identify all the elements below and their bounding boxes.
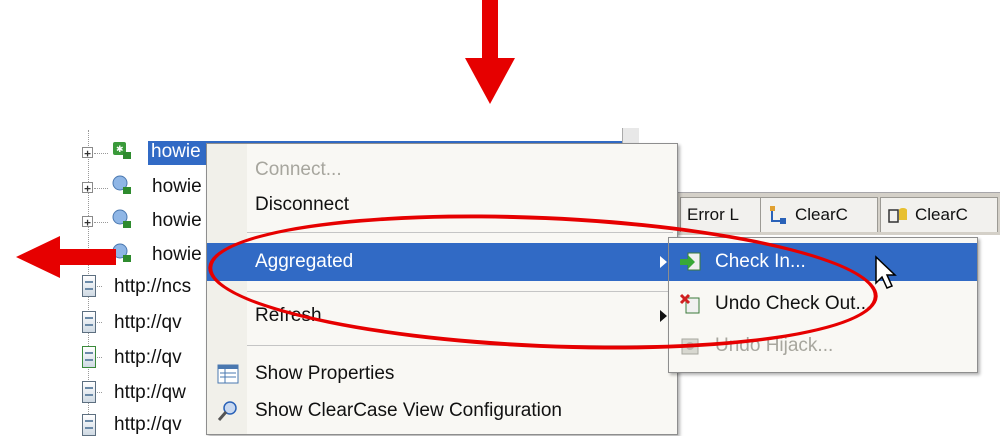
tree-node-label[interactable]: howie [152, 210, 202, 232]
clearcase-db-icon [888, 208, 907, 223]
document-icon [82, 414, 96, 436]
server-online-icon: ✱ [113, 142, 131, 159]
red-left-arrow [16, 236, 116, 278]
svg-text:✱: ✱ [116, 145, 124, 155]
tree-url-label[interactable]: http://qv [114, 414, 182, 436]
tree-url-label[interactable]: http://ncs [114, 276, 191, 298]
clearcase-tree-icon [770, 206, 786, 224]
menu-item-connect[interactable]: Connect... [207, 151, 677, 189]
tree-node-label[interactable]: howie [152, 176, 202, 198]
tab-clearcase-1[interactable]: ClearC [760, 197, 878, 232]
menu-item-label: Disconnect [255, 194, 349, 215]
tree-url-label[interactable]: http://qw [114, 382, 186, 404]
tree-url-label[interactable]: http://qv [114, 347, 182, 369]
document-green-icon [82, 346, 96, 368]
properties-icon [217, 364, 239, 384]
mouse-pointer-icon [875, 255, 897, 289]
view-tab-strip: Error L ClearC ClearC [676, 192, 1000, 235]
document-icon [82, 381, 96, 403]
document-icon [82, 311, 96, 333]
menu-item-show-properties[interactable]: Show Properties [207, 355, 677, 393]
view-config-icon [217, 401, 237, 421]
menu-item-label: Show ClearCase View Configuration [255, 400, 562, 421]
menu-item-label: Connect... [255, 159, 342, 180]
server-icon [112, 175, 131, 194]
tree-node-label[interactable]: howie [152, 244, 202, 266]
server-icon [112, 209, 131, 228]
menu-item-label: Show Properties [255, 363, 395, 384]
tab-label: Error L [687, 205, 739, 224]
menu-item-show-view-config[interactable]: Show ClearCase View Configuration [207, 392, 677, 430]
tab-error-log[interactable]: Error L [680, 197, 764, 232]
tab-label: ClearC [795, 205, 848, 224]
expand-toggle[interactable]: + [82, 182, 93, 194]
document-icon [82, 275, 96, 297]
tree-url-label[interactable]: http://qv [114, 312, 182, 334]
tab-label: ClearC [915, 205, 968, 224]
tab-clearcase-2[interactable]: ClearC [880, 197, 998, 232]
expand-toggle[interactable]: + [82, 216, 93, 228]
expand-toggle[interactable]: + [82, 147, 93, 159]
